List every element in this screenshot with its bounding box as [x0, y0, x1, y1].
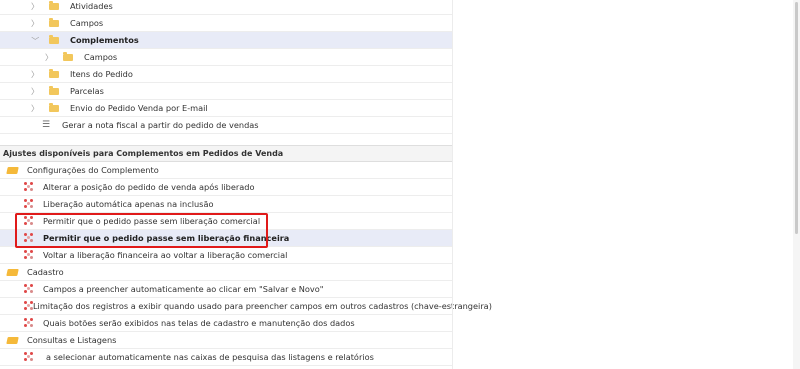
folder-icon: [49, 68, 59, 78]
tree-item-itens-do-pedido[interactable]: 〉 Itens do Pedido: [0, 66, 452, 83]
tree-item-complementos[interactable]: 〉 Complementos: [0, 32, 452, 49]
setting-label: Campos a preencher automaticamente ao cl…: [43, 284, 324, 294]
chevron-right-icon[interactable]: 〉: [30, 69, 40, 80]
tree-item-gerar-nota-fiscal[interactable]: ☰ Gerar a nota fiscal a partir do pedido…: [0, 117, 452, 134]
highlight-annotation: [15, 213, 268, 248]
folder-icon: [49, 0, 59, 10]
tree-item-campos[interactable]: 〉 Campos: [0, 15, 452, 32]
setting-label: Alterar a posição do pedido de venda apó…: [43, 182, 255, 192]
setting-item[interactable]: Quais botões serão exibidos nas telas de…: [0, 315, 452, 332]
settings-icon: [24, 250, 34, 260]
tree-item-envio-email[interactable]: 〉 Envio do Pedido Venda por E-mail: [0, 100, 452, 117]
tree-item-label: Campos: [84, 52, 118, 62]
settings-header: Ajustes disponíveis para Complementos em…: [0, 145, 452, 162]
folder-open-icon: [6, 166, 19, 174]
tree-item-label: Complementos: [70, 35, 139, 45]
options-panel: 〉 Atividades 〉 Campos 〉 Complementos 〉 C…: [0, 0, 492, 369]
setting-item[interactable]: Voltar a liberação financeira ao voltar …: [0, 247, 452, 264]
folder-icon: [49, 85, 59, 95]
settings-icon: [24, 318, 34, 328]
folder-icon: [49, 34, 59, 44]
chevron-right-icon[interactable]: 〉: [30, 1, 40, 12]
settings-icon: [24, 284, 34, 294]
folder-icon: [63, 51, 73, 61]
settings-icon: [24, 352, 34, 362]
setting-label: a selecionar automaticamente nas caixas …: [46, 352, 374, 362]
setting-label: Voltar a liberação financeira ao voltar …: [43, 250, 288, 260]
list-icon: ☰: [42, 120, 51, 130]
group-label: Cadastro: [27, 267, 64, 277]
setting-label: Quais botões serão exibidos nas telas de…: [43, 318, 355, 328]
settings-title: Ajustes disponíveis para Complementos em…: [3, 149, 284, 158]
tree-item-label: Itens do Pedido: [70, 69, 133, 79]
chevron-right-icon[interactable]: 〉: [30, 86, 40, 97]
group-label: Configurações do Complemento: [27, 165, 159, 175]
chevron-right-icon[interactable]: 〉: [30, 103, 40, 114]
setting-item[interactable]: Liberação automática apenas na inclusão: [0, 196, 452, 213]
scrollbar-thumb[interactable]: [795, 2, 798, 234]
folder-open-icon: [6, 268, 19, 276]
group-consultas-listagens[interactable]: Consultas e Listagens: [0, 332, 452, 349]
setting-item[interactable]: a selecionar automaticamente nas caixas …: [0, 349, 452, 366]
setting-item[interactable]: Campos a preencher automaticamente ao cl…: [0, 281, 452, 298]
tree-item-label: Atividades: [70, 1, 113, 11]
setting-item[interactable]: Alterar a posição do pedido de venda apó…: [0, 179, 452, 196]
folder-open-icon: [6, 336, 19, 344]
setting-label: Liberação automática apenas na inclusão: [43, 199, 214, 209]
folder-icon: [49, 102, 59, 112]
group-cadastro[interactable]: Cadastro: [0, 264, 452, 281]
settings-icon: [24, 182, 34, 192]
tree-item-complementos-campos[interactable]: 〉 Campos: [0, 49, 452, 66]
folder-icon: [49, 17, 59, 27]
chevron-right-icon[interactable]: 〉: [30, 18, 40, 29]
tree-item-atividades[interactable]: 〉 Atividades: [0, 0, 452, 15]
tree-item-parcelas[interactable]: 〉 Parcelas: [0, 83, 452, 100]
tree-item-label: Parcelas: [70, 86, 104, 96]
chevron-right-icon[interactable]: 〉: [44, 52, 54, 63]
chevron-down-icon[interactable]: 〉: [30, 35, 41, 45]
panel-divider: [452, 0, 453, 369]
group-configuracoes[interactable]: Configurações do Complemento: [0, 162, 452, 179]
setting-label: Limitação dos registros a exibir quando …: [33, 301, 492, 311]
setting-item[interactable]: Limitação dos registros a exibir quando …: [0, 298, 492, 315]
tree-item-label: Envio do Pedido Venda por E-mail: [70, 103, 208, 113]
tree-item-label: Campos: [70, 18, 104, 28]
group-label: Consultas e Listagens: [27, 335, 117, 345]
settings-icon: [24, 199, 34, 209]
tree-item-label: Gerar a nota fiscal a partir do pedido d…: [62, 120, 259, 130]
